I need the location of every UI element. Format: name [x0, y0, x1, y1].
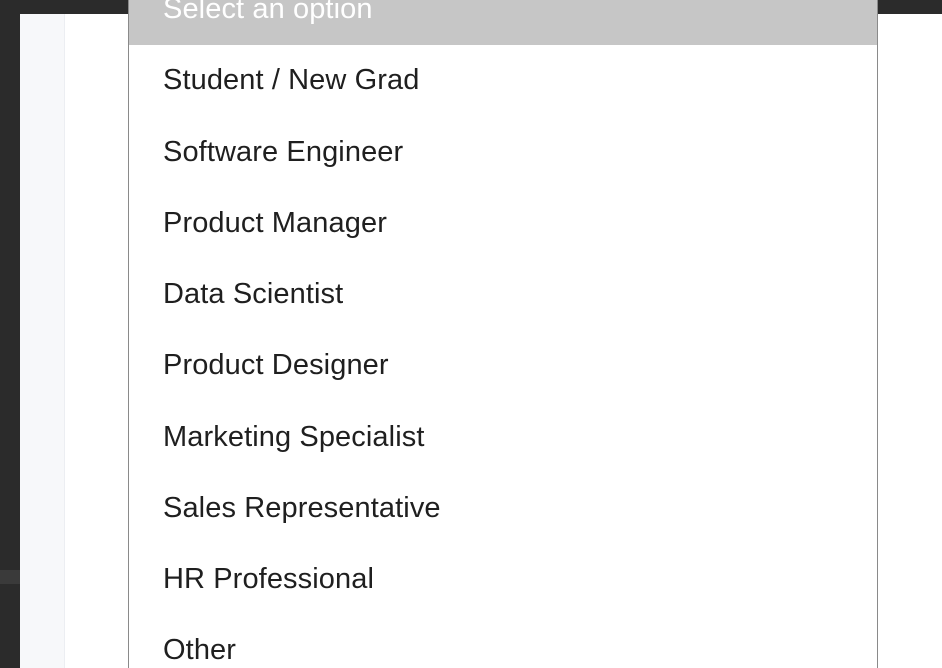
role-dropdown-list[interactable]: Select an option Student / New Grad Soft…: [128, 0, 878, 668]
dropdown-option-marketing-specialist[interactable]: Marketing Specialist: [129, 402, 877, 473]
dropdown-option-student[interactable]: Student / New Grad: [129, 45, 877, 116]
dropdown-option-product-manager[interactable]: Product Manager: [129, 188, 877, 259]
left-divider: [0, 570, 20, 584]
dropdown-option-sales-representative[interactable]: Sales Representative: [129, 473, 877, 544]
dropdown-option-product-designer[interactable]: Product Designer: [129, 330, 877, 401]
dropdown-option-hr-professional[interactable]: HR Professional: [129, 544, 877, 615]
dropdown-option-placeholder[interactable]: Select an option: [129, 0, 877, 45]
dropdown-option-software-engineer[interactable]: Software Engineer: [129, 117, 877, 188]
dropdown-option-other[interactable]: Other: [129, 615, 877, 668]
dropdown-option-data-scientist[interactable]: Data Scientist: [129, 259, 877, 330]
